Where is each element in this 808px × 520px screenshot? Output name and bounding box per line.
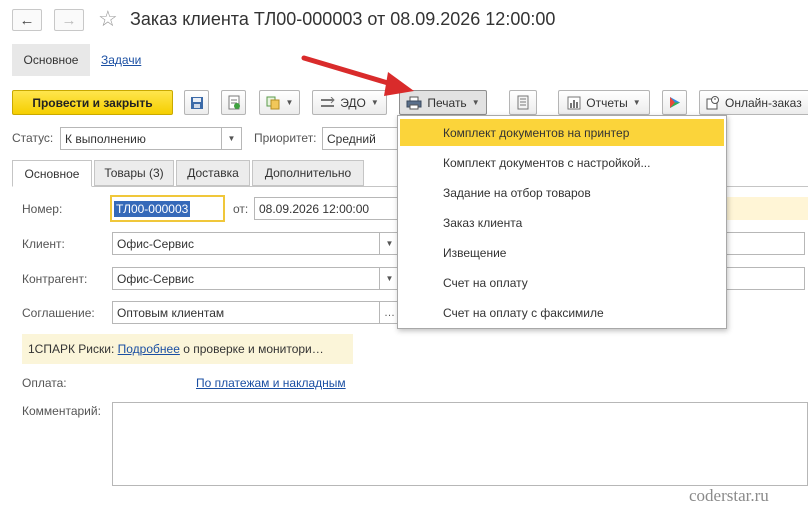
page-title: Заказ клиента ТЛ00-000003 от 08.09.2026 …: [130, 9, 556, 29]
payment-link[interactable]: По платежам и накладным: [196, 376, 346, 390]
floppy-disk-icon: [190, 96, 203, 109]
post-and-close-button[interactable]: Провести и закрыть: [12, 90, 173, 115]
print-label: Печать: [427, 95, 467, 110]
menu-item-picking-task[interactable]: Задание на отбор товаров: [400, 179, 724, 206]
section-main[interactable]: Основное: [12, 44, 90, 76]
spark-details-link[interactable]: Подробнее: [118, 342, 180, 356]
priority-select[interactable]: Средний: [322, 127, 400, 150]
online-order-label: Онлайн-заказ: [725, 95, 802, 110]
status-dropdown-button[interactable]: ▼: [222, 127, 242, 150]
chevron-down-icon: ▼: [385, 239, 394, 248]
post-document-icon: [228, 95, 240, 110]
agreement-label: Соглашение:: [22, 306, 95, 320]
chevron-down-icon: ▼: [285, 98, 294, 107]
watermark-text: coderstar.ru: [689, 486, 769, 505]
chevron-down-icon: ▼: [370, 98, 379, 107]
play-button[interactable]: [662, 90, 687, 115]
menu-item-invoice[interactable]: Счет на оплату: [400, 269, 724, 296]
create-based-on-button[interactable]: ▼: [259, 90, 300, 115]
contractor-extra-field: [727, 267, 805, 290]
menu-item-client-order[interactable]: Заказ клиента: [400, 209, 724, 236]
online-order-icon: [706, 96, 719, 110]
spark-prefix: 1СПАРК Риски:: [28, 342, 115, 356]
menu-item-invoice-facsimile[interactable]: Счет на оплату с факсимиле: [400, 299, 724, 326]
reports-button[interactable]: Отчеты ▼: [558, 90, 650, 115]
chevron-down-icon: ▼: [632, 98, 641, 107]
client-extra-field: [727, 232, 805, 255]
number-field[interactable]: ТЛ00-000003: [110, 195, 225, 222]
tab-additional[interactable]: Дополнительно: [252, 160, 364, 186]
status-select[interactable]: К выполнению: [60, 127, 222, 150]
menu-item-print-set-with-settings[interactable]: Комплект документов с настройкой...: [400, 149, 724, 176]
arrow-left-icon: ←: [19, 11, 35, 29]
client-label: Клиент:: [22, 237, 65, 251]
chevron-down-icon: ▼: [227, 134, 236, 143]
date-label: от:: [233, 202, 249, 216]
reports-label: Отчеты: [586, 95, 628, 110]
client-field[interactable]: Офис-Сервис: [112, 232, 380, 255]
tab-goods[interactable]: Товары (3): [94, 160, 174, 186]
tab-delivery[interactable]: Доставка: [176, 160, 250, 186]
date-field[interactable]: 08.09.2026 12:00:00: [254, 197, 398, 220]
comment-label: Комментарий:: [22, 404, 101, 418]
edo-icon: [321, 96, 335, 107]
section-tasks-link[interactable]: Задачи: [101, 53, 141, 67]
save-button[interactable]: [184, 90, 209, 115]
post-button[interactable]: [221, 90, 246, 115]
comment-textarea[interactable]: [112, 402, 808, 486]
ellipsis-icon: …: [384, 306, 395, 319]
chevron-down-icon: ▼: [385, 274, 394, 283]
payment-label: Оплата:: [22, 376, 67, 390]
favorite-star-icon[interactable]: ☆: [98, 6, 118, 32]
print-menu: Комплект документов на принтер Комплект …: [397, 115, 727, 329]
arrow-right-icon: →: [61, 11, 77, 29]
spark-suffix: о проверке и монитори…: [183, 342, 324, 356]
chevron-down-icon: ▼: [471, 98, 480, 107]
highlight-field-edge: [727, 197, 808, 220]
menu-item-print-set-to-printer[interactable]: Комплект документов на принтер: [400, 119, 724, 146]
priority-label: Приоритет:: [254, 131, 317, 145]
structure-button[interactable]: [509, 90, 537, 115]
annotation-arrow-icon: [301, 55, 414, 96]
play-colored-icon: [669, 97, 680, 108]
document-list-icon: [517, 95, 529, 110]
forward-button[interactable]: →: [54, 9, 84, 31]
back-button[interactable]: ←: [12, 9, 42, 31]
report-icon: [567, 96, 581, 109]
contractor-label: Контрагент:: [22, 272, 88, 286]
create-based-on-icon: [266, 96, 280, 109]
status-label: Статус:: [12, 131, 54, 145]
spark-risks-banner: 1СПАРК Риски: Подробнее о проверке и мон…: [22, 334, 353, 364]
contractor-field[interactable]: Офис-Сервис: [112, 267, 380, 290]
online-order-button[interactable]: Онлайн-заказ: [699, 90, 808, 115]
agreement-field[interactable]: Оптовым клиентам: [112, 301, 380, 324]
number-value: ТЛ00-000003: [114, 200, 191, 217]
tab-main[interactable]: Основное: [12, 160, 92, 187]
number-label: Номер:: [22, 202, 63, 216]
menu-item-notice[interactable]: Извещение: [400, 239, 724, 266]
